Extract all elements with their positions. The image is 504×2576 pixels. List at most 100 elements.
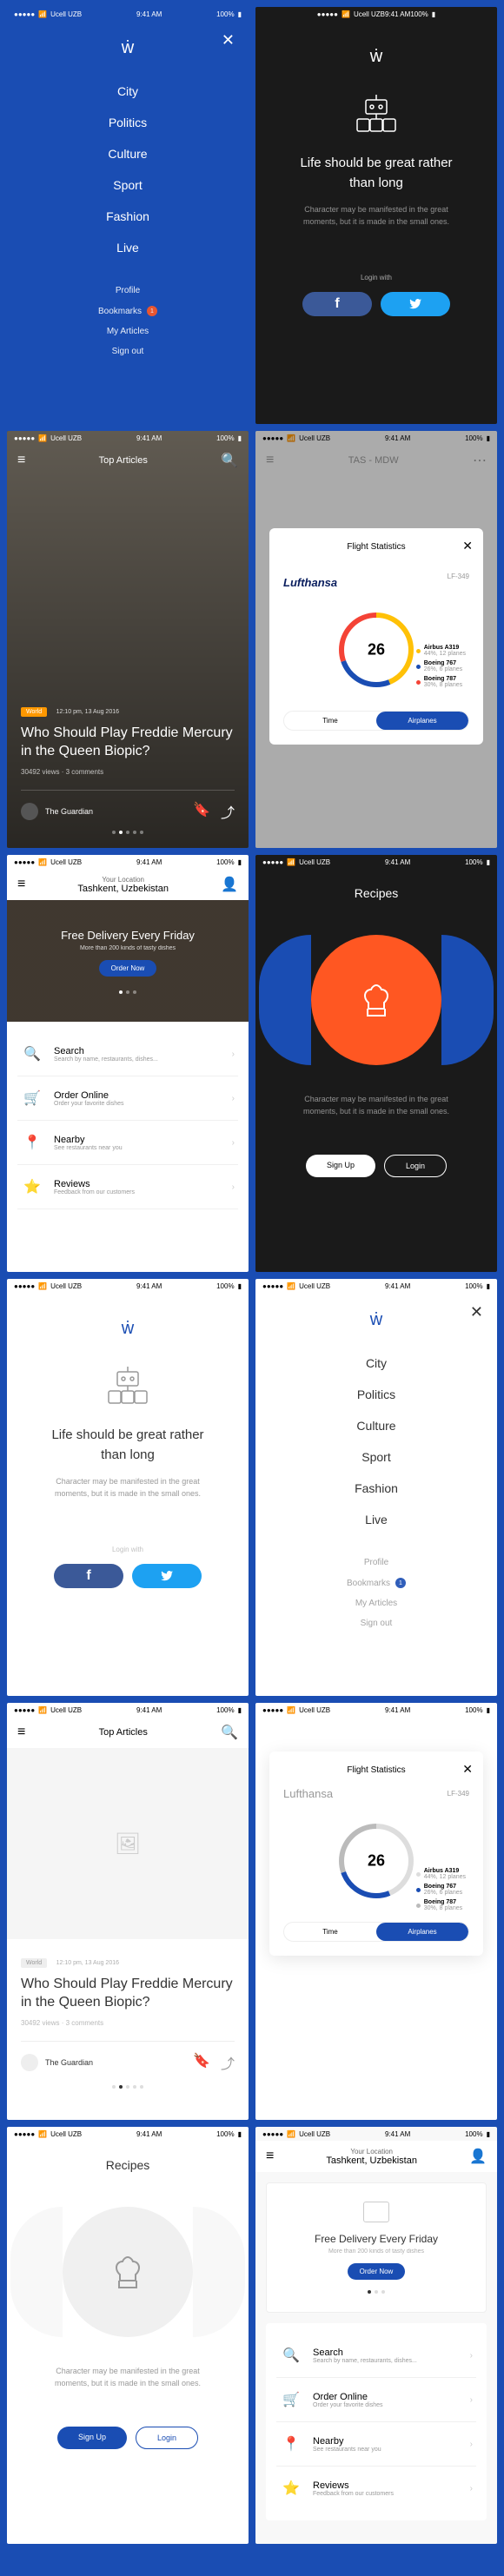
pill-airplanes[interactable]: Airplanes bbox=[376, 1923, 468, 1941]
image-placeholder-icon bbox=[363, 2202, 389, 2222]
article-tag[interactable]: World bbox=[21, 707, 47, 717]
menu-icon[interactable]: ≡ bbox=[17, 1725, 25, 1740]
menu-sport[interactable]: Sport bbox=[255, 1441, 497, 1473]
share-icon[interactable]: ⤴ bbox=[221, 801, 235, 822]
avatar[interactable] bbox=[21, 803, 38, 820]
close-icon[interactable]: ✕ bbox=[470, 1303, 483, 1321]
feature-search[interactable]: 🔍SearchSearch by name, restaurants, dish… bbox=[17, 1032, 238, 1076]
menu-signout[interactable]: Sign out bbox=[7, 341, 249, 361]
article-source: The Guardian bbox=[45, 2058, 93, 2067]
robot-icon bbox=[350, 93, 402, 136]
article-screen-dark: ●●●●●📶Ucell UZB 9:41 AM 100%▮ ≡ Top Arti… bbox=[7, 431, 249, 848]
recipes-title: Recipes bbox=[106, 2158, 150, 2172]
feature-order[interactable]: 🛒Order OnlineOrder your favorite dishes› bbox=[276, 2378, 476, 2422]
menu-icon[interactable]: ≡ bbox=[266, 2149, 274, 2164]
location-label: Your Location bbox=[77, 876, 169, 884]
menu-live[interactable]: Live bbox=[7, 232, 249, 263]
search-icon: 🔍 bbox=[21, 1043, 43, 1065]
splash-subtitle: Character may be manifested in the great… bbox=[255, 193, 497, 239]
menu-screen-light: ●●●●●📶Ucell UZB 9:41 AM 100%▮ ✕ ẇ City P… bbox=[255, 1279, 497, 1696]
menu-culture[interactable]: Culture bbox=[255, 1410, 497, 1441]
menu-profile[interactable]: Profile bbox=[7, 281, 249, 301]
menu-profile[interactable]: Profile bbox=[255, 1553, 497, 1573]
login-button[interactable]: Login bbox=[136, 2427, 198, 2449]
legend: Airbus A31944%, 12 planes Boeing 76726%,… bbox=[416, 641, 466, 692]
signup-button[interactable]: Sign Up bbox=[306, 1155, 375, 1177]
facebook-button[interactable]: f bbox=[54, 1564, 123, 1588]
menu-live[interactable]: Live bbox=[255, 1504, 497, 1535]
location-icon: 📍 bbox=[280, 2433, 302, 2455]
close-icon[interactable]: ✕ bbox=[462, 1762, 473, 1777]
article-tag[interactable]: World bbox=[21, 1958, 47, 1968]
chef-hat-circle bbox=[311, 935, 441, 1065]
modal-title: Flight Statistics bbox=[283, 542, 469, 552]
order-button[interactable]: Order Now bbox=[348, 2263, 406, 2280]
menu-politics[interactable]: Politics bbox=[7, 107, 249, 138]
menu-bookmarks[interactable]: Bookmarks1 bbox=[255, 1573, 497, 1593]
chef-hat-circle bbox=[63, 2207, 193, 2337]
signup-button[interactable]: Sign Up bbox=[57, 2427, 127, 2449]
menu-icon[interactable]: ≡ bbox=[17, 877, 25, 892]
bookmark-icon[interactable]: 🔖 bbox=[193, 801, 210, 822]
feature-reviews[interactable]: ⭐ReviewsFeedback from our customers› bbox=[17, 1165, 238, 1209]
close-icon[interactable]: ✕ bbox=[222, 31, 235, 50]
feature-nearby[interactable]: 📍NearbySee restaurants near you› bbox=[276, 2422, 476, 2467]
location-value[interactable]: Tashkent, Uzbekistan bbox=[77, 884, 169, 894]
pill-airplanes[interactable]: Airplanes bbox=[376, 712, 468, 730]
location-value[interactable]: Tashkent, Uzbekistan bbox=[326, 2155, 417, 2166]
airline-name: Lufthansa bbox=[283, 1787, 333, 1800]
menu-my-articles[interactable]: My Articles bbox=[255, 1593, 497, 1613]
menu-icon[interactable]: ≡ bbox=[17, 453, 25, 468]
splash-subtitle: Character may be manifested in the great… bbox=[7, 1465, 249, 1511]
article-title[interactable]: Who Should Play Freddie Mercury in the Q… bbox=[21, 1976, 235, 2012]
close-icon[interactable]: ✕ bbox=[462, 539, 473, 553]
login-button[interactable]: Login bbox=[384, 1155, 447, 1177]
logo: ẇ bbox=[255, 1293, 497, 1330]
status-bar: ●●●●●📶Ucell UZB 9:41 AM 100%▮ bbox=[7, 2127, 249, 2141]
status-bar: ●●●●●📶Ucell UZB 9:41 AM 100%▮ bbox=[255, 2127, 497, 2141]
article-title[interactable]: Who Should Play Freddie Mercury in the Q… bbox=[21, 725, 235, 761]
splash-screen-light: ●●●●●📶Ucell UZB 9:41 AM 100%▮ ẇ Life sho… bbox=[7, 1279, 249, 1696]
menu-culture[interactable]: Culture bbox=[7, 138, 249, 169]
menu-my-articles[interactable]: My Articles bbox=[7, 321, 249, 341]
feature-nearby[interactable]: 📍NearbySee restaurants near you› bbox=[17, 1121, 238, 1165]
search-icon[interactable]: 🔍 bbox=[221, 452, 238, 469]
menu-politics[interactable]: Politics bbox=[255, 1379, 497, 1410]
recipes-subtitle: Character may be manifested in the great… bbox=[7, 2354, 249, 2401]
twitter-button[interactable] bbox=[381, 292, 450, 316]
article-date: 12:10 pm, 13 Aug 2016 bbox=[56, 709, 119, 715]
status-bar: ●●●●●📶Ucell UZB 9:41 AM 100%▮ bbox=[7, 7, 249, 21]
nav-title: Top Articles bbox=[25, 455, 221, 466]
search-icon[interactable]: 🔍 bbox=[221, 1724, 238, 1741]
hero-banner: Free Delivery Every Friday More than 200… bbox=[7, 900, 249, 1022]
flight-code: LF-349 bbox=[448, 573, 469, 580]
chevron-right-icon: › bbox=[470, 2351, 473, 2361]
user-icon[interactable]: 👤 bbox=[469, 2148, 487, 2165]
share-icon[interactable]: ⤴ bbox=[221, 2052, 235, 2073]
menu-city[interactable]: City bbox=[255, 1348, 497, 1379]
pill-time[interactable]: Time bbox=[284, 1923, 376, 1941]
pill-time[interactable]: Time bbox=[284, 712, 376, 730]
user-icon[interactable]: 👤 bbox=[221, 876, 238, 893]
flight-screen: ●●●●●📶Ucell UZB 9:41 AM 100%▮ ≡ TAS - MD… bbox=[255, 431, 497, 848]
location-icon: 📍 bbox=[21, 1131, 43, 1154]
feature-reviews[interactable]: ⭐ReviewsFeedback from our customers› bbox=[276, 2467, 476, 2510]
avatar[interactable] bbox=[21, 2054, 38, 2071]
feature-order[interactable]: 🛒Order OnlineOrder your favorite dishes› bbox=[17, 1076, 238, 1121]
menu-bookmarks[interactable]: Bookmarks1 bbox=[7, 301, 249, 321]
twitter-button[interactable] bbox=[132, 1564, 202, 1588]
menu-fashion[interactable]: Fashion bbox=[255, 1473, 497, 1504]
chef-hat-icon bbox=[106, 2250, 149, 2294]
bookmark-icon[interactable]: 🔖 bbox=[193, 2052, 210, 2073]
order-button[interactable]: Order Now bbox=[99, 960, 157, 977]
feature-search[interactable]: 🔍SearchSearch by name, restaurants, dish… bbox=[276, 2334, 476, 2378]
menu-signout[interactable]: Sign out bbox=[255, 1613, 497, 1633]
facebook-button[interactable]: f bbox=[302, 292, 372, 316]
star-icon: ⭐ bbox=[21, 1175, 43, 1198]
menu-city[interactable]: City bbox=[7, 76, 249, 107]
article-screen-light: ●●●●●📶Ucell UZB 9:41 AM 100%▮ ≡ Top Arti… bbox=[7, 1703, 249, 2120]
cart-icon: 🛒 bbox=[280, 2388, 302, 2411]
menu-sport[interactable]: Sport bbox=[7, 169, 249, 201]
menu-fashion[interactable]: Fashion bbox=[7, 201, 249, 232]
hero-banner: Free Delivery Every Friday More than 200… bbox=[266, 2182, 487, 2313]
